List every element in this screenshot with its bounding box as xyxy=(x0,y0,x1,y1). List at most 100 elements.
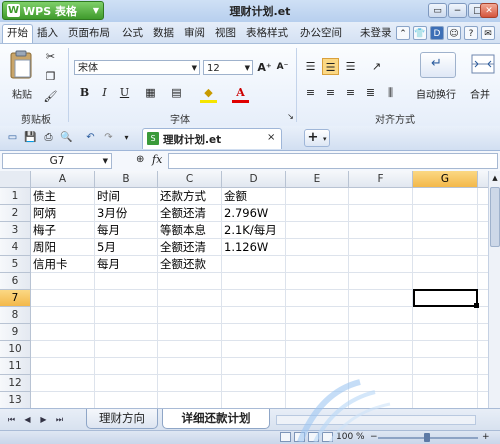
cell-d5[interactable] xyxy=(222,256,224,273)
row-header-6[interactable]: 6 xyxy=(0,273,31,290)
shrink-font-icon[interactable]: A⁻ xyxy=(274,59,291,76)
column-header-a[interactable]: A xyxy=(31,171,95,188)
border-icon[interactable]: ▦ xyxy=(142,84,159,101)
font-name-combo[interactable]: 宋体 ▼ xyxy=(74,60,200,75)
cell-c1[interactable]: 还款方式 xyxy=(158,188,206,205)
align-bottom-icon[interactable]: ☰ xyxy=(342,58,359,75)
merge-button[interactable] xyxy=(470,52,498,76)
justify-icon[interactable]: ≣ xyxy=(362,84,379,101)
prev-sheet-icon[interactable]: ◀ xyxy=(22,414,33,426)
row-header-13[interactable]: 13 xyxy=(0,392,31,408)
grow-font-icon[interactable]: A⁺ xyxy=(256,59,273,76)
cell-d3[interactable]: 2.1K/每月 xyxy=(222,222,277,239)
row-header-11[interactable]: 11 xyxy=(0,358,31,375)
column-header-d[interactable]: D xyxy=(222,171,286,188)
print-icon[interactable]: ⎙ xyxy=(42,131,55,144)
zoom-level[interactable]: 100 % xyxy=(336,431,365,444)
align-center-icon[interactable]: ≡ xyxy=(322,84,339,101)
zoom-formula-icon[interactable]: ⊕ xyxy=(136,154,144,165)
column-header-f[interactable]: F xyxy=(349,171,413,188)
wrap-text-button[interactable]: ↵ xyxy=(420,52,456,78)
row-header-7[interactable]: 7 xyxy=(0,290,31,307)
last-sheet-icon[interactable]: ⏭ xyxy=(54,414,65,426)
active-cell-g7[interactable] xyxy=(413,289,478,307)
skin-icon[interactable]: 👕 xyxy=(413,26,427,40)
login-link[interactable]: 未登录 xyxy=(356,25,396,41)
row-header-1[interactable]: 1 xyxy=(0,188,31,205)
vertical-scrollbar[interactable]: ▲ xyxy=(488,171,500,408)
restore-icon[interactable]: ▭ xyxy=(428,3,447,18)
zoom-slider-thumb[interactable] xyxy=(424,433,430,442)
cell-b1[interactable]: 时间 xyxy=(95,188,120,205)
page-layout-view-icon[interactable] xyxy=(294,432,305,442)
cell-a5[interactable]: 信用卡 xyxy=(31,256,68,273)
undo-icon[interactable]: ↶ xyxy=(84,131,97,144)
column-header-h[interactable] xyxy=(478,171,488,188)
text-direction-icon[interactable]: ↗ xyxy=(368,58,385,75)
cell-b5[interactable]: 每月 xyxy=(95,256,120,273)
tab-view[interactable]: 视图 xyxy=(211,25,240,41)
cell-a3[interactable]: 梅子 xyxy=(31,222,56,239)
cell-c2[interactable]: 全额还清 xyxy=(158,205,206,222)
minimize-button[interactable]: − xyxy=(448,3,467,18)
fullscreen-icon[interactable] xyxy=(322,432,333,442)
wps-menu-button[interactable]: W WPS 表格 ▼ xyxy=(2,1,104,20)
cell-d2[interactable]: 2.796W xyxy=(222,205,268,222)
close-button[interactable]: ✕ xyxy=(480,3,498,18)
scrollbar-thumb[interactable] xyxy=(490,187,500,247)
row-header-4[interactable]: 4 xyxy=(0,239,31,256)
user-icon[interactable]: ☺ xyxy=(447,26,461,40)
chevron-down-icon[interactable]: ▾ xyxy=(120,131,133,144)
format-painter-icon[interactable]: 🖌 xyxy=(42,88,59,105)
fill-handle[interactable] xyxy=(474,303,479,308)
italic-button[interactable]: I xyxy=(96,84,113,101)
row-header-5[interactable]: 5 xyxy=(0,256,31,273)
align-middle-icon[interactable]: ☰ xyxy=(322,58,339,75)
zoom-in-icon[interactable]: + xyxy=(482,431,490,444)
row-header-10[interactable]: 10 xyxy=(0,341,31,358)
horizontal-scrollbar[interactable] xyxy=(276,415,476,425)
cut-icon[interactable]: ✂ xyxy=(42,48,59,65)
distributed-icon[interactable]: ⫼ xyxy=(382,84,399,101)
cell-c5[interactable]: 全额还款 xyxy=(158,256,206,273)
cell-a1[interactable]: 债主 xyxy=(31,188,56,205)
paste-button[interactable] xyxy=(6,50,38,80)
cell-d1[interactable]: 金额 xyxy=(222,188,247,205)
chevron-up-icon[interactable]: ⌃ xyxy=(396,26,410,40)
insert-function-button[interactable]: fx xyxy=(152,153,162,166)
page-break-view-icon[interactable] xyxy=(308,432,319,442)
underline-button[interactable]: U xyxy=(116,84,133,101)
column-header-g[interactable]: G xyxy=(413,171,478,188)
new-file-icon[interactable]: ▭ xyxy=(6,131,19,144)
align-top-icon[interactable]: ☰ xyxy=(302,58,319,75)
docer-icon[interactable]: D xyxy=(430,26,444,40)
align-right-icon[interactable]: ≡ xyxy=(342,84,359,101)
cell-a4[interactable]: 周阳 xyxy=(31,239,56,256)
fill-color-icon[interactable]: ◆ xyxy=(200,84,217,101)
cell-b4[interactable]: 5月 xyxy=(95,239,116,256)
cell-c3[interactable]: 等额本息 xyxy=(158,222,206,239)
help-icon[interactable]: ? xyxy=(464,26,478,40)
new-tab-button[interactable]: + ▾ xyxy=(304,129,330,147)
cell-b3[interactable]: 每月 xyxy=(95,222,120,239)
select-all-corner[interactable] xyxy=(0,171,31,188)
row-header-2[interactable]: 2 xyxy=(0,205,31,222)
tab-start[interactable]: 开始 xyxy=(2,24,33,44)
tab-formula[interactable]: 公式 xyxy=(118,25,147,41)
cell-a2[interactable]: 阿炳 xyxy=(31,205,56,222)
cell-d4[interactable]: 1.126W xyxy=(222,239,268,256)
tab-page-layout[interactable]: 页面布局 xyxy=(64,25,114,41)
tab-table-style[interactable]: 表格样式 xyxy=(242,25,292,41)
redo-icon[interactable]: ↷ xyxy=(102,131,115,144)
zoom-out-icon[interactable]: − xyxy=(370,431,378,444)
font-color-icon[interactable]: A xyxy=(232,84,249,101)
copy-icon[interactable]: ❐ xyxy=(42,68,59,85)
normal-view-icon[interactable] xyxy=(280,432,291,442)
sheet-tab-1[interactable]: 理财方向 xyxy=(86,409,158,429)
column-header-c[interactable]: C xyxy=(158,171,222,188)
next-sheet-icon[interactable]: ▶ xyxy=(38,414,49,426)
feedback-icon[interactable]: ✉ xyxy=(481,26,495,40)
cell-format-icon[interactable]: ▤ xyxy=(168,84,185,101)
column-header-e[interactable]: E xyxy=(286,171,349,188)
print-preview-icon[interactable]: 🔍 xyxy=(60,131,73,144)
